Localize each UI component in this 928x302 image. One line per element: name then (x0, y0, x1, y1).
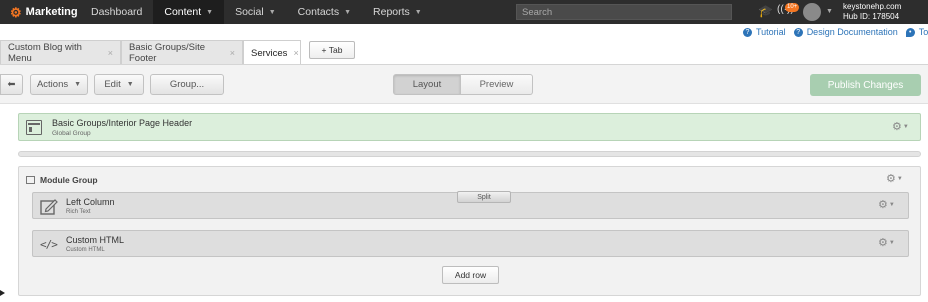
close-icon[interactable]: × (293, 48, 298, 58)
brand-logo[interactable]: ⚙ Marketing (0, 6, 80, 19)
nav-social[interactable]: Social ▼ (224, 0, 287, 24)
account-domain: keystonehp.com (843, 2, 902, 11)
module-title: Left Column (66, 197, 115, 207)
tour-link[interactable]: •Tou (905, 27, 928, 37)
gear-icon[interactable]: ⚙▼ (886, 174, 903, 185)
tutorial-link[interactable]: ? Tutorial (743, 27, 786, 37)
tutorial-label: Tutorial (756, 27, 786, 37)
add-row-button[interactable]: Add row (442, 266, 499, 284)
cursor-arrow-icon (0, 290, 5, 296)
editor-toolbar: ⬅ Actions ▼ Edit ▼ Group... Layout Preview… (0, 64, 928, 104)
help-links: ?Tutorial ?Design Documentation •Tou (743, 27, 928, 37)
notifications-button[interactable]: ((·)) 10+ (777, 3, 800, 20)
edit-dropdown[interactable]: Edit ▼ (94, 74, 144, 95)
design-documentation-label: Design Documentation (806, 27, 898, 37)
layout-toggle[interactable]: Layout (393, 74, 461, 95)
chevron-down-icon: ▼ (344, 8, 352, 16)
edit-label: Edit (104, 79, 121, 90)
drop-zone-divider[interactable] (18, 151, 921, 157)
layout-canvas: Basic Groups/Interior Page Header Global… (0, 104, 928, 302)
close-icon[interactable]: × (108, 48, 113, 58)
gear-icon[interactable]: ⚙▼ (892, 122, 909, 133)
tour-label: Tou (918, 27, 928, 37)
arrow-left-icon: ⬅ (7, 79, 16, 90)
tab-label: Basic Groups/Site Footer (129, 41, 206, 64)
hub-id: Hub ID: 178504 (843, 12, 900, 21)
global-group-title: Basic Groups/Interior Page Header (52, 118, 193, 128)
module-group: Module Group ⚙▼ Left Column Rich Text Sp… (18, 166, 921, 296)
nav-contacts-label: Contacts (297, 6, 340, 18)
tab-custom-blog-with-menu[interactable]: Custom Blog with Menu × (0, 40, 121, 64)
gear-icon[interactable]: ⚙▼ (878, 200, 895, 211)
nav-content-label: Content (164, 6, 202, 18)
global-group-subtitle: Global Group (52, 130, 91, 137)
close-icon[interactable]: × (230, 48, 235, 58)
gear-icon[interactable]: ⚙▼ (878, 238, 895, 249)
publish-changes-button[interactable]: Publish Changes (810, 74, 921, 96)
nav-reports-label: Reports (373, 6, 410, 18)
chevron-down-icon: ▼ (206, 8, 214, 16)
top-navigation-bar: ⚙ Marketing Dashboard Content ▼ Social ▼ C… (0, 0, 928, 24)
nav-dashboard-label: Dashboard (91, 6, 143, 18)
nav-social-label: Social (235, 6, 264, 18)
tab-basic-groups-site-footer[interactable]: Basic Groups/Site Footer × (121, 40, 243, 64)
module-subtitle: Custom HTML (66, 247, 105, 253)
split-button[interactable]: Split (457, 191, 511, 203)
add-tab-button[interactable]: + Tab (309, 41, 355, 59)
chevron-down-icon: ▼ (74, 81, 82, 88)
module-custom-html[interactable]: </> Custom HTML Custom HTML ⚙▼ (32, 230, 909, 257)
chevron-down-icon[interactable]: ▼ (826, 8, 833, 15)
code-icon: </> (40, 238, 58, 251)
pencil-icon (40, 199, 58, 215)
chevron-down-icon: ▼ (268, 8, 276, 16)
actions-dropdown[interactable]: Actions ▼ (30, 74, 88, 95)
module-group-title: Module Group (40, 175, 98, 185)
brand-label: Marketing (25, 6, 78, 18)
account-info[interactable]: keystonehp.com Hub ID: 178504 (843, 2, 901, 22)
chevron-down-icon: ▼ (414, 8, 422, 16)
chevron-down-icon: ▼ (126, 81, 134, 88)
page-tabs-bar: ?Tutorial ?Design Documentation •Tou Cus… (0, 24, 928, 65)
group-button[interactable]: Group... (150, 74, 224, 95)
nav-dashboard[interactable]: Dashboard (80, 0, 153, 24)
back-button[interactable]: ⬅ (0, 74, 23, 95)
module-subtitle: Rich Text (66, 209, 91, 215)
module-left-column[interactable]: Left Column Rich Text Split ⚙▼ (32, 191, 909, 219)
location-pin-icon: • (905, 27, 915, 37)
graduation-cap-icon[interactable]: 🎓 (758, 5, 773, 17)
module-title: Custom HTML (66, 235, 125, 245)
layout-template-icon (26, 120, 42, 135)
tab-label: Custom Blog with Menu (8, 41, 82, 64)
preview-toggle[interactable]: Preview (461, 74, 533, 95)
nav-contacts[interactable]: Contacts ▼ (287, 0, 362, 24)
sprocket-icon: ⚙ (10, 4, 22, 20)
box-icon (26, 176, 35, 184)
notification-badge: 10+ (785, 3, 800, 12)
global-group-header[interactable]: Basic Groups/Interior Page Header Global… (18, 113, 921, 141)
tab-label: Services (251, 47, 288, 59)
search-input[interactable] (516, 4, 732, 20)
design-documentation-link[interactable]: ? Design Documentation (793, 27, 898, 37)
help-icon: ? (793, 27, 803, 37)
avatar[interactable] (803, 3, 821, 21)
help-icon: ? (743, 27, 752, 37)
nav-reports[interactable]: Reports ▼ (362, 0, 433, 24)
actions-label: Actions (36, 79, 69, 90)
tab-services[interactable]: Services × (243, 40, 301, 65)
nav-content[interactable]: Content ▼ (153, 0, 225, 24)
